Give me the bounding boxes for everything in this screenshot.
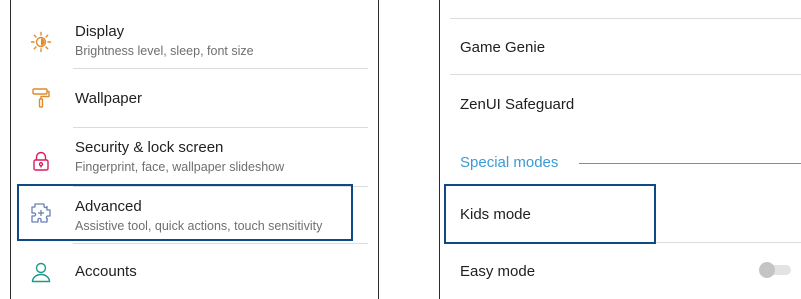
- settings-item-security-lock-screen[interactable]: Security & lock screen Fingerprint, face…: [11, 128, 378, 186]
- settings-item-wallpaper[interactable]: Wallpaper: [11, 69, 378, 127]
- settings-item-title: Security & lock screen: [75, 139, 224, 156]
- settings-item-display[interactable]: Display Brightness level, sleep, font si…: [11, 0, 378, 66]
- person-icon: [30, 261, 52, 283]
- settings-item-title: Easy mode: [460, 263, 536, 280]
- settings-item-game-genie[interactable]: Game Genie: [440, 19, 801, 74]
- settings-item-accounts[interactable]: Accounts: [11, 244, 378, 299]
- settings-item-title: Wallpaper: [75, 90, 142, 107]
- easy-mode-toggle[interactable]: [757, 262, 791, 278]
- settings-list-right: Game Genie ZenUI Safeguard Special modes…: [439, 0, 801, 299]
- highlight-box-kids-mode: [444, 184, 656, 244]
- settings-list-left: Display Brightness level, sleep, font si…: [10, 0, 379, 299]
- section-header-special-modes: Special modes: [460, 154, 559, 171]
- display-brightness-icon: [30, 31, 52, 53]
- paint-roller-icon: [30, 87, 52, 109]
- lock-icon: [30, 150, 52, 172]
- settings-item-title: Accounts: [75, 263, 137, 280]
- settings-item-zenui-safeguard[interactable]: ZenUI Safeguard: [440, 75, 801, 133]
- section-header-line: [579, 163, 801, 164]
- settings-item-title: Display: [75, 23, 125, 40]
- settings-item-title: Game Genie: [460, 39, 546, 56]
- settings-item-title: ZenUI Safeguard: [460, 96, 575, 113]
- settings-item-easy-mode[interactable]: Easy mode: [440, 243, 801, 299]
- settings-item-subtitle: Fingerprint, face, wallpaper slideshow: [75, 160, 285, 174]
- toggle-thumb: [759, 262, 775, 278]
- highlight-box-advanced: [17, 184, 353, 241]
- settings-item-subtitle: Brightness level, sleep, font size: [75, 44, 254, 58]
